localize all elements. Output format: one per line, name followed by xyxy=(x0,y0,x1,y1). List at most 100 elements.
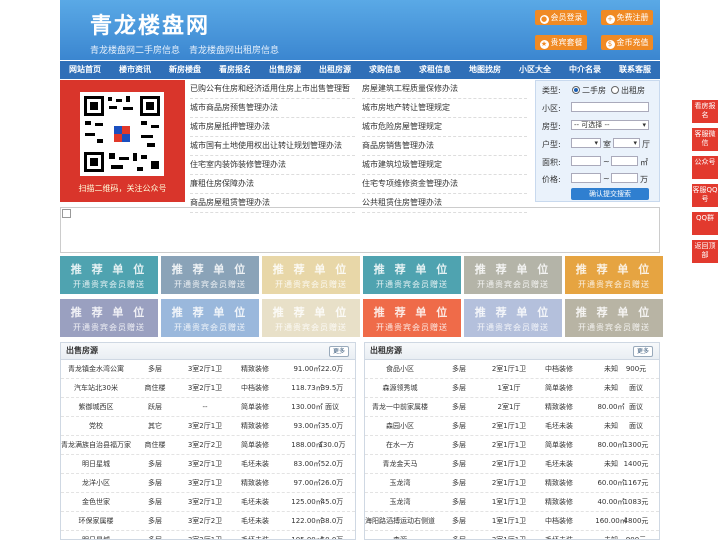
table-row[interactable]: 青龙镇金水湾公寓 多层 3室2厅1卫 精致装修 91.00㎡ 22.0万 xyxy=(61,360,355,379)
vip-package-button[interactable]: ★ 贵宾套餐 xyxy=(535,35,587,50)
room-select[interactable]: ▾ xyxy=(571,138,601,148)
register-button[interactable]: + 免费注册 xyxy=(601,10,653,25)
table-row[interactable]: 海阳路滔搏运动右侧道 多层 1室1厅1卫 中档装修 160.00㎡ 4800元 xyxy=(365,512,659,531)
listing-name[interactable]: 明日星城 xyxy=(61,531,131,539)
listing-name[interactable]: 党校 xyxy=(61,417,131,435)
policy-link[interactable]: 城市国有土地使用权出让转让规划管理办法 xyxy=(190,137,355,156)
promo-tile[interactable]: 推 荐 单 位开通贵宾会员赠送 xyxy=(161,299,259,337)
service-qq-button[interactable]: 客服QQ号 xyxy=(692,184,718,207)
listing-name[interactable]: 青龙一中前家属楼 xyxy=(365,398,435,416)
policy-link[interactable]: 住宅专项维修资金管理办法 xyxy=(362,175,527,194)
nav-home[interactable]: 网站首页 xyxy=(60,61,110,79)
listing-name[interactable]: 紫御城西区 xyxy=(61,398,131,416)
policy-link[interactable]: 城市建筑垃圾管理规定 xyxy=(362,156,527,175)
promo-tile[interactable]: 推 荐 单 位开通贵宾会员赠送 xyxy=(363,299,461,337)
rent-radio[interactable] xyxy=(611,86,619,94)
size-min-input[interactable] xyxy=(571,156,601,166)
table-row[interactable]: 紫御城西区 跃层 -- 简单装修 130.00㎡ 面议 xyxy=(61,398,355,417)
policy-link[interactable]: 商品房销售管理办法 xyxy=(362,137,527,156)
promo-tile[interactable]: 推 荐 单 位开通贵宾会员赠送 xyxy=(161,256,259,294)
policy-link[interactable]: 房屋建筑工程质量保修办法 xyxy=(362,80,527,99)
listing-name[interactable]: 青龙镇金水湾公寓 xyxy=(61,360,131,378)
promo-tile[interactable]: 推 荐 单 位开通贵宾会员赠送 xyxy=(565,299,663,337)
listing-name[interactable]: 汽车站北30米 xyxy=(61,379,131,397)
table-row[interactable]: 汽车站北30米 商住楼 3室2厅1卫 中档装修 118.73㎡ 39.5万 xyxy=(61,379,355,398)
listing-name[interactable]: 玉龙湾 xyxy=(365,493,435,511)
promo-tile[interactable]: 推 荐 单 位开通贵宾会员赠送 xyxy=(464,299,562,337)
policy-link[interactable]: 城市房地产转让管理规定 xyxy=(362,99,527,118)
nav-buy-wanted[interactable]: 求购信息 xyxy=(360,61,410,79)
community-input[interactable] xyxy=(571,102,649,112)
table-row[interactable]: 森源 多层 2室1厅1卫 毛坯未装 未知 900元 xyxy=(365,531,659,539)
nav-agents[interactable]: 中介名录 xyxy=(560,61,610,79)
house-type-select[interactable]: -- 可选择 -- ▾ xyxy=(571,120,649,130)
table-row[interactable]: 森源领秀城 多层 1室1厅 简单装修 未知 面议 xyxy=(365,379,659,398)
listing-name[interactable]: 食品小区 xyxy=(365,360,435,378)
listing-name[interactable]: 明日星城 xyxy=(61,455,131,473)
nav-news[interactable]: 楼市资讯 xyxy=(110,61,160,79)
hall-select[interactable]: ▾ xyxy=(613,138,640,148)
nav-viewing-signup[interactable]: 看房报名 xyxy=(210,61,260,79)
policy-link[interactable]: 已购公有住房和经济适用住房上市出售管理暂 xyxy=(190,80,355,99)
table-row[interactable]: 青龙满族自治县福万家 商住楼 3室2厅2卫 简单装修 188.00㎡ 130.0万 xyxy=(61,436,355,455)
coin-recharge-button[interactable]: $ 金币充值 xyxy=(601,35,653,50)
search-submit-button[interactable]: 确认提交搜索 xyxy=(571,188,649,200)
policy-link[interactable]: 城市危险房屋管理规定 xyxy=(362,118,527,137)
rent-more-button[interactable]: 更多 xyxy=(633,346,653,357)
table-row[interactable]: 青龙金天马 多层 2室1厅1卫 毛坯未装 未知 1400元 xyxy=(365,455,659,474)
table-row[interactable]: 环保家属楼 多层 3室2厅2卫 毛坯未装 122.00㎡ 38.0万 xyxy=(61,512,355,531)
table-row[interactable]: 玉龙湾 多层 2室1厅1卫 精致装修 60.00㎡ 1167元 xyxy=(365,474,659,493)
promo-tile[interactable]: 推 荐 单 位开通贵宾会员赠送 xyxy=(60,256,158,294)
table-row[interactable]: 森园小区 多层 2室1厅1卫 毛坯未装 未知 面议 xyxy=(365,417,659,436)
listing-name[interactable]: 环保家属楼 xyxy=(61,512,131,530)
listing-name[interactable]: 青龙满族自治县福万家 xyxy=(61,436,131,454)
table-row[interactable]: 青龙一中前家属楼 多层 2室1厅 精致装修 80.00㎡ 面议 xyxy=(365,398,659,417)
table-row[interactable]: 玉龙湾 多层 1室1厅1卫 精致装修 40.00㎡ 1083元 xyxy=(365,493,659,512)
listing-name[interactable]: 森源领秀城 xyxy=(365,379,435,397)
promo-tile[interactable]: 推 荐 单 位开通贵宾会员赠送 xyxy=(262,299,360,337)
table-row[interactable]: 在水一方 多层 2室1厅1卫 简单装修 80.00㎡ 1300元 xyxy=(365,436,659,455)
listing-name[interactable]: 金色世家 xyxy=(61,493,131,511)
listing-name[interactable]: 龙洋小区 xyxy=(61,474,131,492)
promo-tile[interactable]: 推 荐 单 位开通贵宾会员赠送 xyxy=(565,256,663,294)
sale-more-button[interactable]: 更多 xyxy=(329,346,349,357)
nav-new-homes[interactable]: 新房楼盘 xyxy=(160,61,210,79)
qq-group-button[interactable]: QQ群 xyxy=(692,212,718,235)
nav-for-sale[interactable]: 出售房源 xyxy=(260,61,310,79)
table-row[interactable]: 金色世家 多层 3室2厅1卫 毛坯未装 125.00㎡ 45.0万 xyxy=(61,493,355,512)
sale-radio[interactable] xyxy=(572,86,580,94)
login-button[interactable]: ● 会员登录 xyxy=(535,10,587,25)
service-wechat-button[interactable]: 客服微信 xyxy=(692,128,718,151)
nav-contact[interactable]: 联系客服 xyxy=(610,61,660,79)
table-row[interactable]: 党校 其它 3室2厅1卫 精致装修 93.00㎡ 35.0万 xyxy=(61,417,355,436)
policy-link[interactable]: 城市商品房预售管理办法 xyxy=(190,99,355,118)
ad-banner[interactable] xyxy=(60,207,660,253)
listing-name[interactable]: 森园小区 xyxy=(365,417,435,435)
listing-name[interactable]: 森源 xyxy=(365,531,435,539)
promo-tile[interactable]: 推 荐 单 位开通贵宾会员赠送 xyxy=(262,256,360,294)
price-min-input[interactable] xyxy=(571,173,601,183)
promo-tile[interactable]: 推 荐 单 位开通贵宾会员赠送 xyxy=(60,299,158,337)
table-row[interactable]: 明日星城 多层 3室2厅1卫 毛坯未装 83.00㎡ 52.0万 xyxy=(61,455,355,474)
promo-tile[interactable]: 推 荐 单 位开通贵宾会员赠送 xyxy=(363,256,461,294)
policy-link[interactable]: 住宅室内装饰装修管理办法 xyxy=(190,156,355,175)
official-account-button[interactable]: 公众号 xyxy=(692,156,718,179)
table-row[interactable]: 食品小区 多层 2室1厅1卫 中档装修 未知 900元 xyxy=(365,360,659,379)
size-max-input[interactable] xyxy=(611,156,638,166)
listing-name[interactable]: 在水一方 xyxy=(365,436,435,454)
listing-name[interactable]: 玉龙湾 xyxy=(365,474,435,492)
nav-rent-wanted[interactable]: 求租信息 xyxy=(410,61,460,79)
site-logo[interactable]: 青龙楼盘网 xyxy=(90,8,210,40)
listing-name[interactable]: 青龙金天马 xyxy=(365,455,435,473)
nav-communities[interactable]: 小区大全 xyxy=(510,61,560,79)
viewing-signup-button[interactable]: 看房报名 xyxy=(692,100,718,123)
nav-map[interactable]: 地图找房 xyxy=(460,61,510,79)
back-to-top-button[interactable]: 返回顶部 xyxy=(692,240,718,263)
policy-link[interactable]: 城市房屋抵押管理办法 xyxy=(190,118,355,137)
promo-tile[interactable]: 推 荐 单 位开通贵宾会员赠送 xyxy=(464,256,562,294)
table-row[interactable]: 龙洋小区 多层 3室2厅1卫 精致装修 97.00㎡ 26.0万 xyxy=(61,474,355,493)
nav-for-rent[interactable]: 出租房源 xyxy=(310,61,360,79)
policy-link[interactable]: 廉租住房保障办法 xyxy=(190,175,355,194)
listing-name[interactable]: 海阳路滔搏运动右侧道 xyxy=(365,512,435,530)
price-max-input[interactable] xyxy=(611,173,638,183)
